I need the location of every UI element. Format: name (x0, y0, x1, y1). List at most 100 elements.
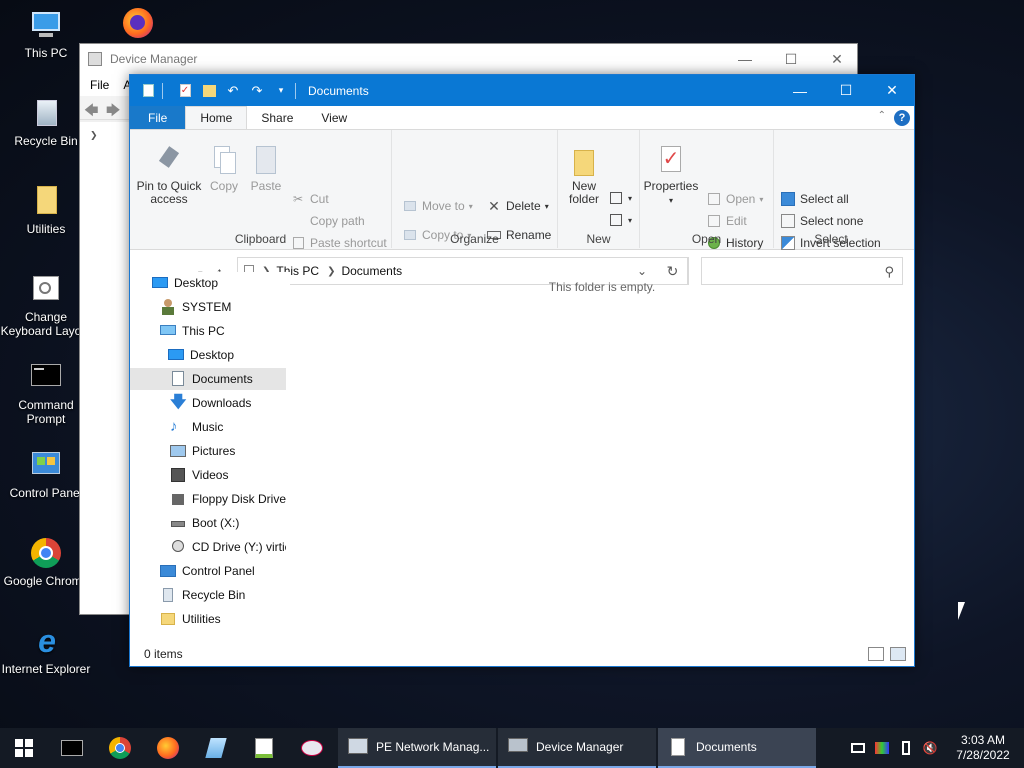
explorer-titlebar[interactable]: ✓ ↶ ↷ ▾ Documents — ☐ ✕ (130, 75, 914, 106)
tree-expander[interactable]: ❯ (90, 130, 98, 141)
tab-file[interactable]: File (130, 106, 186, 129)
volume-muted-icon[interactable]: 🔇 (918, 728, 942, 768)
taskbar-firefox[interactable] (144, 728, 192, 768)
large-icons-view-icon[interactable] (890, 647, 906, 661)
nav-item-floppy-disk-drive[interactable]: Floppy Disk Drive (170, 488, 286, 510)
navigation-pane: Desktop SYSTEM This PC Desktop Documents… (130, 272, 290, 642)
easy-access-button[interactable]: ▾ (608, 210, 632, 230)
network-icon[interactable] (846, 728, 870, 768)
nav-item-this-pc[interactable]: This PC (160, 320, 286, 342)
collapse-ribbon-icon[interactable]: ⌃ (878, 110, 886, 121)
taskbar-task-documents[interactable]: Documents (658, 728, 816, 768)
computer-icon (160, 323, 176, 339)
taskbar-task-device-manager[interactable]: Device Manager (498, 728, 656, 768)
nav-item-downloads[interactable]: 🡇 Downloads (170, 392, 286, 414)
help-icon[interactable]: ? (894, 110, 910, 126)
forward-arrow-icon[interactable]: 🡆 (106, 100, 120, 124)
new-folder-icon[interactable] (201, 83, 217, 99)
cut-button[interactable]: ✂ Cut (290, 189, 329, 209)
paste-button[interactable]: Paste (246, 144, 286, 193)
cd-drive-icon (170, 539, 186, 555)
maximize-icon[interactable]: ☐ (823, 75, 869, 106)
tab-home[interactable]: Home (185, 106, 248, 129)
device-manager-icon (88, 52, 102, 66)
minimize-icon[interactable]: — (722, 44, 768, 74)
select-none-button[interactable]: Select none (780, 211, 863, 231)
copy-path-button[interactable]: Copy path (290, 211, 365, 231)
documents-explorer-window[interactable]: ✓ ↶ ↷ ▾ Documents — ☐ ✕ File Home Share … (129, 74, 915, 667)
nav-item-documents[interactable]: Documents (130, 368, 286, 390)
film-icon (170, 467, 186, 483)
copy-button[interactable]: Copy (204, 144, 244, 193)
taskbar-paint-app[interactable] (288, 728, 336, 768)
details-view-icon[interactable] (868, 647, 884, 661)
nav-item-pictures[interactable]: Pictures (170, 440, 286, 462)
chrome-icon (29, 536, 63, 570)
undo-icon[interactable]: ↶ (225, 83, 241, 99)
close-icon[interactable]: ✕ (814, 44, 860, 74)
nav-item-cd-drive[interactable]: CD Drive (Y:) virtic (170, 536, 286, 558)
clock[interactable]: 3:03 AM 7/28/2022 (948, 733, 1018, 763)
maximize-icon[interactable]: ☐ (768, 44, 814, 74)
nav-item-videos[interactable]: Videos (170, 464, 286, 486)
close-icon[interactable]: ✕ (869, 75, 915, 106)
minimize-icon[interactable]: — (777, 75, 823, 106)
nav-item-desktop-root[interactable]: Desktop (152, 272, 286, 294)
back-arrow-icon[interactable]: 🡄 (84, 100, 98, 124)
new-item-icon (608, 190, 624, 206)
taskbar-chrome[interactable] (96, 728, 144, 768)
nav-item-utilities[interactable]: Utilities (160, 608, 286, 630)
delete-button[interactable]: ✕ Delete ▾ (486, 196, 549, 216)
documents-icon (170, 371, 186, 387)
nav-item-recycle-bin[interactable]: Recycle Bin (160, 584, 286, 606)
drive-icon (170, 515, 186, 531)
tab-view[interactable]: View (307, 106, 361, 129)
status-bar: 0 items (130, 642, 914, 666)
terminal-icon (61, 740, 83, 756)
pin-to-quick-access-button[interactable]: Pin to Quick access (134, 144, 204, 206)
nav-item-music[interactable]: ♪ Music (170, 416, 286, 438)
control-panel-icon (160, 563, 176, 579)
start-button[interactable] (0, 728, 48, 768)
network-manager-icon (348, 738, 368, 756)
menu-file[interactable]: File (90, 78, 109, 92)
user-icon (160, 299, 176, 315)
properties-button[interactable]: ✓ Properties ▾ (642, 144, 700, 207)
copy-path-icon (290, 213, 306, 229)
taskbar-task-pe-network-manager[interactable]: PE Network Manag... (338, 728, 496, 768)
new-item-button[interactable]: ▾ (608, 188, 632, 208)
file-list-area[interactable]: This folder is empty. (290, 272, 914, 642)
nav-item-boot-x[interactable]: Boot (X:) (170, 512, 286, 534)
properties-icon: ✓ (661, 146, 681, 172)
folder-icon (568, 144, 600, 176)
nav-item-desktop[interactable]: Desktop (168, 344, 286, 366)
pin-icon (153, 144, 185, 176)
edit-button[interactable]: Edit (706, 211, 747, 231)
device-manager-title: Device Manager (110, 52, 198, 66)
desktop-icon-internet-explorer[interactable]: e Internet Explorer (0, 624, 92, 676)
new-folder-button[interactable]: New folder (562, 144, 606, 206)
taskbar: PE Network Manag... Device Manager Docum… (0, 728, 1024, 768)
nav-item-control-panel[interactable]: Control Panel (160, 560, 286, 582)
music-note-icon: ♪ (170, 418, 178, 435)
firefox-icon (121, 6, 155, 40)
recycle-bin-icon (29, 96, 63, 130)
taskbar-command-prompt[interactable] (48, 728, 96, 768)
taskbar-notepad[interactable] (192, 728, 240, 768)
properties-check-icon[interactable]: ✓ (177, 83, 193, 99)
windows-logo-icon (15, 739, 33, 757)
open-button[interactable]: Open ▾ (706, 189, 763, 209)
nav-item-system[interactable]: SYSTEM (160, 296, 286, 318)
tab-share[interactable]: Share (247, 106, 307, 129)
ribbon-tabs: File Home Share View ⌃ ? (130, 106, 914, 130)
usb-drive-icon[interactable] (894, 728, 918, 768)
organize-group-label: Organize (450, 232, 499, 246)
device-manager-titlebar[interactable]: Device Manager — ☐ ✕ (80, 44, 857, 74)
display-color-icon[interactable] (870, 728, 894, 768)
customize-toolbar-chevron-icon[interactable]: ▾ (273, 83, 289, 99)
taskbar-chart-app[interactable] (240, 728, 288, 768)
redo-icon[interactable]: ↷ (249, 83, 265, 99)
select-all-button[interactable]: Select all (780, 189, 849, 209)
desktop-icon-firefox[interactable] (92, 6, 184, 44)
move-to-button[interactable]: Move to ▾ (402, 196, 473, 216)
